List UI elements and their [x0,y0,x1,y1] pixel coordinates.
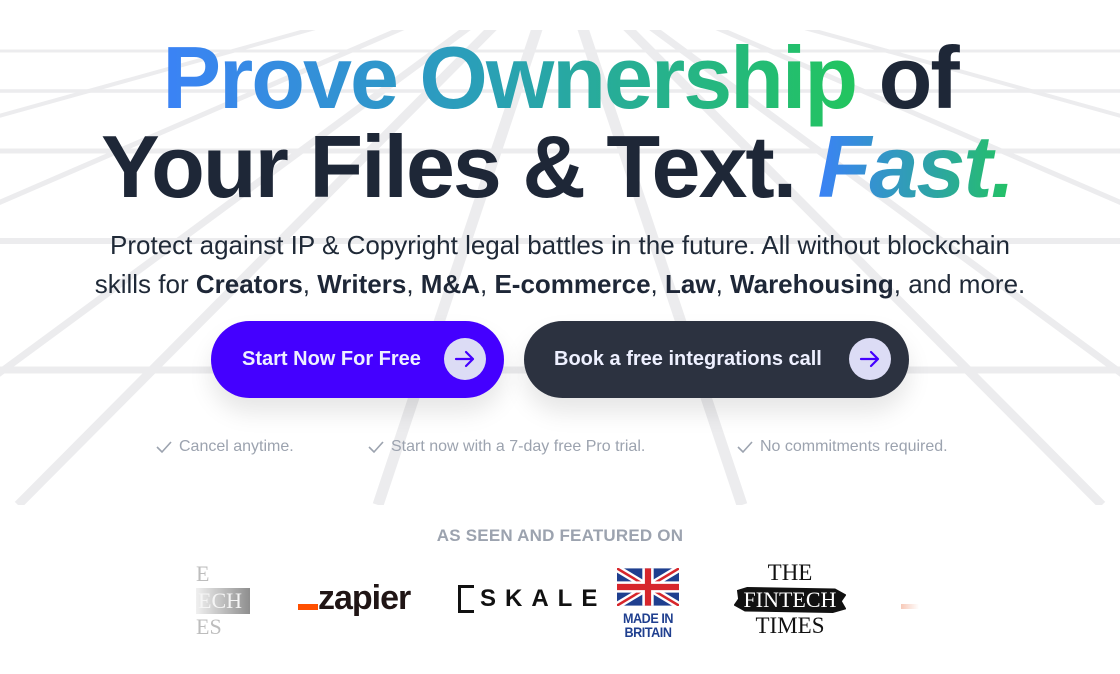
logo-text: SKALE [480,585,607,612]
book-integrations-call-button[interactable]: Book a free integrations call [524,321,909,398]
logo-text: zapier [318,579,411,617]
grid-top-fade [0,0,1120,30]
logo-made-in-britain: MADE IN BRITAIN [615,565,681,640]
subheadline-line-1: Protect against IP & Copyright legal bat… [110,230,1010,260]
logo-carousel[interactable]: E ECH ES zapier SKALE MADE IN BRITAIN TH… [0,560,1120,640]
logo-text: TIMES [755,613,825,638]
benefit-text: No commitments required. [760,438,948,455]
benefit-item: No commitments required. [736,438,948,456]
logo-fintech-times: THE FINTECH TIMES [720,560,860,639]
industry-warehousing: Warehousing [730,269,894,299]
zapier-underscore [298,604,318,610]
logo-text: THE [767,560,813,585]
logo-text: ECH [196,588,250,614]
logo-zapier: zapier [298,578,411,618]
industry-writers: Writers [317,269,407,299]
benefit-text: Start now with a 7-day free Pro trial. [391,438,646,455]
book-call-label: Book a free integrations call [554,348,822,370]
union-jack-icon [615,565,681,609]
logo-text: FINTECH [733,587,847,613]
checkmark-icon [368,441,384,454]
arrow-right-icon [849,338,891,380]
subheadline-prefix: skills for [94,269,196,299]
checkmark-icon [737,441,753,454]
skale-bracket [458,585,474,613]
logo-text: E [196,562,210,586]
headline-plain-text: Your Files & Text. [100,117,797,216]
logo-text: MADE IN [622,610,674,626]
headline-gradient-text: Prove Ownership [162,28,858,127]
start-now-button[interactable]: Start Now For Free [211,321,504,398]
industry-creators: Creators [195,269,303,299]
benefit-text: Cancel anytime. [179,438,294,455]
subheadline-suffix: , and more. [893,269,1026,299]
benefit-item: Start now with a 7-day free Pro trial. [367,438,645,456]
industry-ma: M&A [420,269,481,299]
logo-text: BRITAIN [624,624,672,640]
headline-plain-text: of [856,28,960,127]
benefit-item: Cancel anytime. [155,438,294,456]
subheadline-line-2: skills for Creators, Writers, M&A, E-com… [94,269,1026,299]
featured-heading: AS SEEN AND FEATURED ON [436,526,684,545]
headline-accent-text: Fast. [818,117,1019,216]
benefits-list: Cancel anytime. Start now with a 7-day f… [0,438,1120,462]
headline-line-1: Prove Ownership of [0,33,1120,123]
hero-subheadline: Protect against IP & Copyright legal bat… [0,226,1120,304]
arrow-right-icon [444,338,486,380]
industry-law: Law [665,269,716,299]
industry-ecommerce: E-commerce [494,269,651,299]
logo-text: ES [196,614,222,639]
headline-line-2: Your Files & Text. Fast. [0,122,1120,212]
logo-skale: SKALE [458,582,606,616]
logo-next-partial [901,604,919,609]
checkmark-icon [156,441,172,454]
logo-fintech-times-partial: E ECH ES [196,562,258,640]
start-now-label: Start Now For Free [242,348,421,370]
